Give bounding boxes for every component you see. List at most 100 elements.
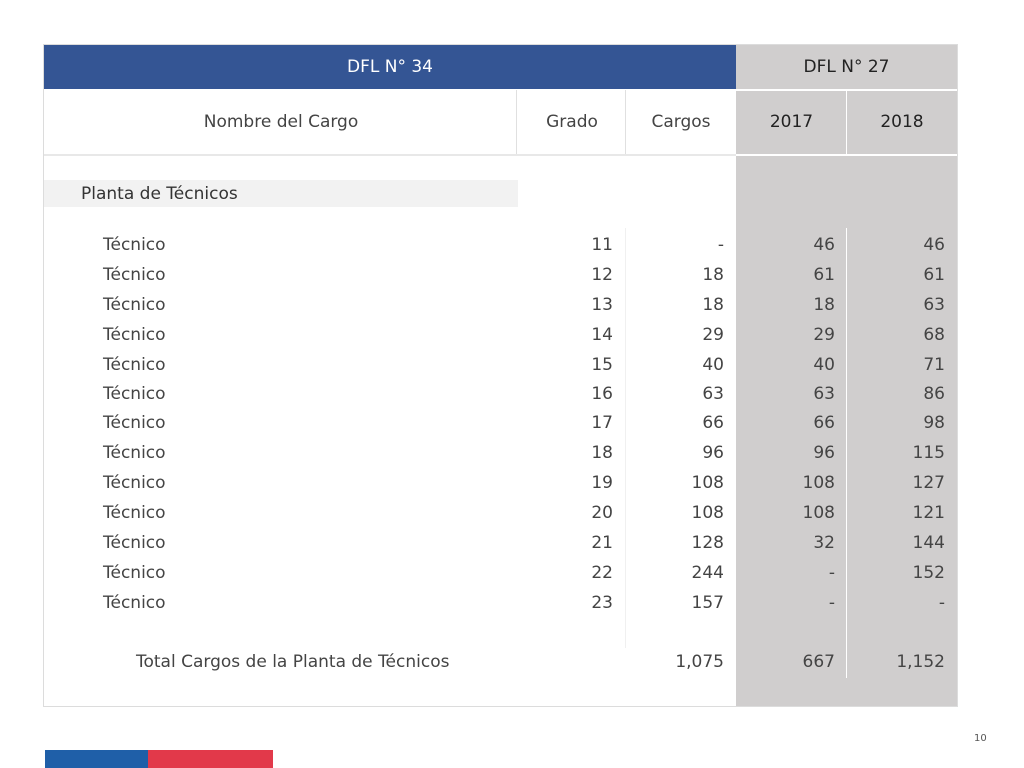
- cell-2018: 115: [912, 443, 945, 463]
- group-header-dfl27-label: DFL N° 27: [803, 57, 890, 77]
- cell-name: Técnico: [103, 235, 166, 255]
- cell-2018: 46: [923, 235, 945, 255]
- cell-grado: 16: [591, 384, 613, 404]
- table-row: Técnico 11 - 46 46: [0, 230, 1024, 260]
- total-2017: 667: [802, 652, 835, 672]
- cell-2018: 68: [923, 325, 945, 345]
- cell-grado: 18: [591, 443, 613, 463]
- column-header-2018: 2018: [880, 112, 924, 132]
- column-divider: [516, 90, 517, 154]
- footer-flag-red-stripe: [148, 750, 273, 768]
- column-header-2017: 2017: [769, 112, 814, 132]
- cell-2017: 108: [802, 503, 835, 523]
- table-row: Técnico 19 108 108 127: [0, 468, 1024, 498]
- cell-grado: 15: [591, 355, 613, 375]
- cell-name: Técnico: [103, 593, 166, 613]
- cell-grado: 17: [591, 413, 613, 433]
- cell-cargos: 128: [691, 533, 724, 553]
- cell-cargos: 63: [702, 384, 724, 404]
- table-row: Técnico 18 96 96 115: [0, 438, 1024, 468]
- cell-2017: 18: [813, 295, 835, 315]
- cell-2018: 127: [912, 473, 945, 493]
- cell-name: Técnico: [103, 503, 166, 523]
- cell-grado: 14: [591, 325, 613, 345]
- table-row: Técnico 14 29 29 68: [0, 320, 1024, 350]
- cell-2018: 63: [923, 295, 945, 315]
- cell-grado: 11: [591, 235, 613, 255]
- total-row: Total Cargos de la Planta de Técnicos 1,…: [0, 647, 1024, 677]
- cell-grado: 23: [591, 593, 613, 613]
- table-row: Técnico 17 66 66 98: [0, 408, 1024, 438]
- table-row: Técnico 23 157 - -: [0, 588, 1024, 618]
- cell-cargos: 108: [691, 473, 724, 493]
- cell-name: Técnico: [103, 355, 166, 375]
- table-row: Técnico 21 128 32 144: [0, 528, 1024, 558]
- cell-cargos: 108: [691, 503, 724, 523]
- cell-2017: 40: [813, 355, 835, 375]
- table-row: Técnico 22 244 - 152: [0, 558, 1024, 588]
- cell-name: Técnico: [103, 563, 166, 583]
- cell-name: Técnico: [103, 533, 166, 553]
- cell-2018: 152: [912, 563, 945, 583]
- group-header-dfl34-label: DFL N° 34: [347, 57, 433, 77]
- cell-name: Técnico: [103, 443, 166, 463]
- cell-2018: 121: [912, 503, 945, 523]
- table-row: Técnico 20 108 108 121: [0, 498, 1024, 528]
- cell-2018: 61: [923, 265, 945, 285]
- column-header-cargos: Cargos: [651, 112, 711, 132]
- cell-name: Técnico: [103, 295, 166, 315]
- cell-2017: 32: [813, 533, 835, 553]
- table-row: Técnico 16 63 63 86: [0, 379, 1024, 409]
- cell-cargos: -: [717, 235, 724, 255]
- cell-cargos: 96: [702, 443, 724, 463]
- cell-2018: -: [938, 593, 945, 613]
- cell-cargos: 29: [702, 325, 724, 345]
- section-heading-label: Planta de Técnicos: [81, 183, 238, 204]
- cell-cargos: 18: [702, 295, 724, 315]
- cell-name: Técnico: [103, 413, 166, 433]
- cell-name: Técnico: [103, 325, 166, 345]
- cell-cargos: 18: [702, 265, 724, 285]
- page-number: 10: [974, 733, 987, 744]
- cell-name: Técnico: [103, 473, 166, 493]
- table-row: Técnico 15 40 40 71: [0, 350, 1024, 380]
- cell-2017: 108: [802, 473, 835, 493]
- cell-2018: 144: [912, 533, 945, 553]
- table-row: Técnico 12 18 61 61: [0, 260, 1024, 290]
- cell-cargos: 157: [691, 593, 724, 613]
- cell-2018: 98: [923, 413, 945, 433]
- cell-cargos: 40: [702, 355, 724, 375]
- cell-grado: 20: [591, 503, 613, 523]
- total-label: Total Cargos de la Planta de Técnicos: [136, 652, 450, 672]
- cell-2017: -: [828, 563, 835, 583]
- table-row: Técnico 13 18 18 63: [0, 290, 1024, 320]
- total-2018: 1,152: [896, 652, 945, 672]
- cell-2017: 61: [813, 265, 835, 285]
- column-divider: [625, 90, 626, 154]
- cell-2017: 29: [813, 325, 835, 345]
- header-bottom-rule-gray: [736, 154, 957, 156]
- cell-2018: 71: [923, 355, 945, 375]
- column-header-grado: Grado: [546, 112, 598, 132]
- cell-2018: 86: [923, 384, 945, 404]
- cell-name: Técnico: [103, 265, 166, 285]
- cell-cargos: 66: [702, 413, 724, 433]
- cell-name: Técnico: [103, 384, 166, 404]
- column-header-nombre: Nombre del Cargo: [203, 112, 359, 132]
- cell-2017: 63: [813, 384, 835, 404]
- cell-grado: 22: [591, 563, 613, 583]
- cell-2017: -: [828, 593, 835, 613]
- header-bottom-rule: [44, 154, 736, 156]
- cell-grado: 21: [591, 533, 613, 553]
- column-divider: [846, 90, 847, 154]
- cell-2017: 96: [813, 443, 835, 463]
- cell-2017: 66: [813, 413, 835, 433]
- section-heading: Planta de Técnicos: [44, 180, 518, 207]
- cell-grado: 13: [591, 295, 613, 315]
- footer-flag-blue-stripe: [45, 750, 148, 768]
- total-cargos: 1,075: [675, 652, 724, 672]
- cell-grado: 19: [591, 473, 613, 493]
- group-header-dfl34: DFL N° 34: [44, 45, 736, 89]
- group-header-dfl27: DFL N° 27: [736, 45, 957, 89]
- cell-2017: 46: [813, 235, 835, 255]
